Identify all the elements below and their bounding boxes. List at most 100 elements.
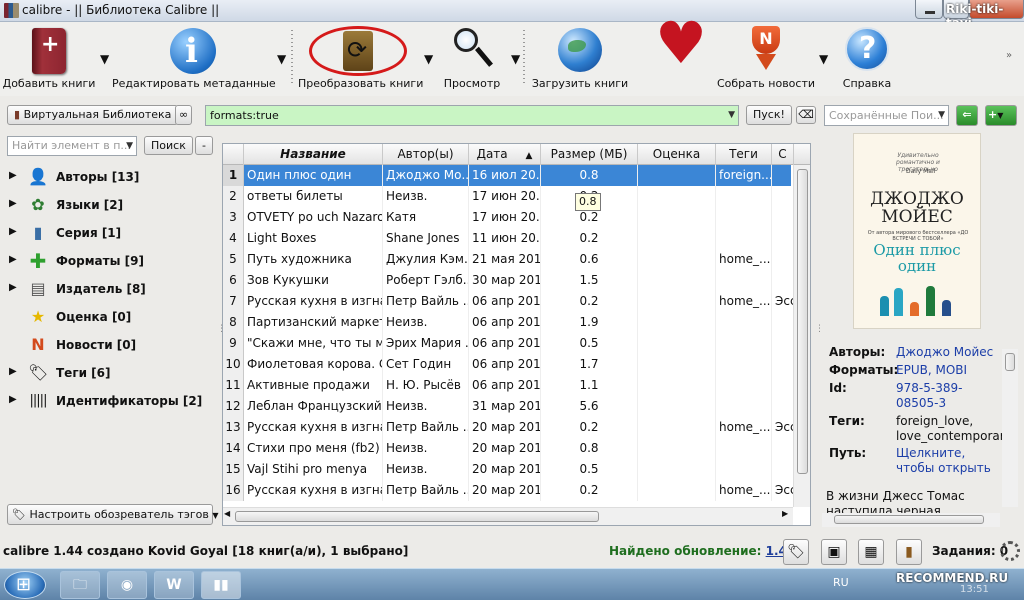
taskbar-chrome[interactable]: ◉ — [107, 571, 147, 599]
tag-category-authors[interactable]: ▶ 👤 Авторы [13] — [0, 165, 218, 191]
view-button[interactable]: Просмотр — [436, 22, 508, 96]
column-header-size[interactable]: Размер (МБ) — [541, 144, 638, 165]
saved-searches-select[interactable]: Сохранённые Пои... ▼ — [824, 105, 949, 126]
view-dropdown-arrow[interactable]: ▼ — [511, 52, 520, 66]
scroll-left-icon[interactable]: ◀ — [224, 509, 230, 518]
expand-arrow-icon[interactable]: ▶ — [9, 366, 17, 377]
configure-tag-browser-button[interactable]: 🏷 Настроить обозреватель тэгов ▼ — [7, 504, 219, 525]
detail-path-link[interactable]: Щелкните, чтобы открыть — [896, 446, 1004, 476]
start-button[interactable] — [4, 571, 46, 599]
cover-source: Daily Mail — [906, 168, 936, 175]
table-row[interactable]: 3 OTVETY po uch Nazaro... Катя 17 июн 20...… — [223, 207, 794, 228]
table-row[interactable]: 1 Один плюс один Джоджо Мо... 16 июл 20... 0… — [223, 165, 794, 186]
splitter-handle[interactable]: ⋮ — [815, 324, 824, 334]
table-row[interactable]: 4 Light Boxes Shane Jones 11 июн 20... 0.2 — [223, 228, 794, 249]
table-row[interactable]: 16Русская кухня в изгна...Петр Вайль ...… — [223, 480, 794, 501]
download-books-button[interactable]: Загрузить книги — [530, 22, 630, 96]
table-row[interactable]: 12Леблан Французский ...Неизв.31 мар 201… — [223, 396, 794, 417]
collapse-all-button[interactable]: - — [195, 136, 213, 155]
expand-arrow-icon[interactable]: ▶ — [9, 226, 17, 237]
fetch-news-button[interactable]: N Собрать новости — [716, 22, 816, 96]
save-search-button[interactable]: +▼ — [985, 105, 1017, 126]
tag-category-languages[interactable]: ▶ ✿ Языки [2] — [0, 193, 218, 219]
table-row[interactable]: 5Путь художникаДжулия Кэм...21 мая 20140… — [223, 249, 794, 270]
tray-clock[interactable]: 13:51 — [960, 584, 989, 595]
find-item-input[interactable]: Найти элемент в п... ▼ — [7, 136, 137, 156]
column-header-date-label: Дата — [476, 147, 508, 161]
tag-category-publisher[interactable]: ▶ ▤ Издатель [8] — [0, 277, 218, 303]
column-header-title[interactable]: Название — [244, 144, 383, 165]
detail-formats-link[interactable]: EPUB, MOBI — [896, 363, 1004, 378]
details-horizontal-scrollbar[interactable] — [822, 513, 1000, 527]
tag-category-news[interactable]: N Новости [0] — [0, 333, 218, 359]
edit-metadata-button[interactable]: Редактировать метаданные — [112, 22, 276, 96]
detail-authors-link[interactable]: Джоджо Мойес — [896, 345, 1004, 360]
expand-arrow-icon[interactable]: ▶ — [9, 198, 17, 209]
help-button[interactable]: Справка — [832, 22, 902, 96]
add-books-button[interactable]: Добавить книги — [0, 22, 98, 96]
virtual-library-button[interactable]: ▮ Виртуальная Библиотека — [7, 105, 179, 125]
download-books-label: Загрузить книги — [531, 77, 629, 90]
expand-arrow-icon[interactable]: ▶ — [9, 394, 17, 405]
fetch-news-dropdown-arrow[interactable]: ▼ — [819, 52, 828, 66]
tag-edit-button[interactable]: 🏷 — [783, 539, 809, 565]
detail-id-link[interactable]: 978-5-389-08505-3 — [896, 381, 1004, 411]
cell-date: 30 мар 2014 — [469, 270, 541, 291]
table-row[interactable]: 9 "Скажи мне, что ты м... Эрих Мария ... 06… — [223, 333, 794, 354]
barcode-icon: ||||| — [29, 393, 48, 408]
scroll-right-icon[interactable]: ▶ — [782, 509, 788, 518]
table-row[interactable]: 2ответы билетыНеизв.17 июн 20...0.2 — [223, 186, 794, 207]
expand-arrow-icon[interactable]: ▶ — [9, 282, 17, 293]
details-vertical-scrollbar[interactable] — [1002, 349, 1018, 507]
expand-arrow-icon[interactable]: ▶ — [9, 254, 17, 265]
taskbar-explorer[interactable]: 🗀 — [60, 571, 100, 599]
tag-category-tags[interactable]: ▶ 🏷 Теги [6] — [0, 361, 218, 387]
grid-view-button[interactable]: ▦ — [858, 539, 884, 565]
table-row[interactable]: 8 Партизанский маркет... Неизв. 06 апр 2013… — [223, 312, 794, 333]
tag-category-series[interactable]: ▶ ▮ Серия [1] — [0, 221, 218, 247]
convert-books-dropdown-arrow[interactable]: ▼ — [424, 52, 433, 66]
column-header-date[interactable]: Дата ▲ — [469, 144, 541, 165]
clear-search-button[interactable]: ⌫ — [796, 106, 816, 124]
table-row[interactable]: 13Русская кухня в изгна...Петр Вайль ...… — [223, 417, 794, 438]
book-details-button[interactable]: ▮ — [896, 539, 922, 565]
toolbar-overflow-icon[interactable]: » — [1006, 50, 1012, 61]
convert-books-button[interactable]: Преобразовать книги — [298, 22, 423, 96]
table-row[interactable]: 14Стихи про меня (fb2) |...Неизв.20 мар … — [223, 438, 794, 459]
column-header-authors[interactable]: Автор(ы) — [383, 144, 469, 165]
table-row[interactable]: 15Vajl Stihi pro menyaНеизв.20 мар 20130… — [223, 459, 794, 480]
find-button[interactable]: Поиск — [144, 136, 193, 155]
tag-category-identifiers[interactable]: ▶ ||||| Идентификаторы [2] — [0, 389, 218, 415]
donate-button[interactable] — [640, 14, 720, 96]
taskbar-calibre[interactable]: ▮▮ — [201, 571, 241, 599]
tag-category-rating[interactable]: ★ Оценка [0] — [0, 305, 218, 331]
jobs-counter[interactable]: Задания: 0 — [932, 544, 1008, 558]
table-row[interactable]: 10Фиолетовая корова. С...Сет Годин06 апр… — [223, 354, 794, 375]
add-books-dropdown-arrow[interactable]: ▼ — [100, 52, 109, 66]
minimize-button[interactable] — [915, 0, 943, 19]
language-indicator[interactable]: RU — [833, 576, 849, 589]
splitter-handle[interactable]: ⋮ — [217, 324, 226, 334]
cover-flow-button[interactable]: ▣ — [821, 539, 847, 565]
table-vertical-scrollbar[interactable] — [793, 165, 810, 507]
search-input[interactable]: formats:true ▼ — [205, 105, 739, 126]
table-horizontal-scrollbar[interactable]: ◀ ▶ — [223, 507, 793, 525]
taskbar-word[interactable]: W — [154, 571, 194, 599]
table-row[interactable]: 7Русская кухня в изгна...Петр Вайль ...0… — [223, 291, 794, 312]
detail-tags-value[interactable]: foreign_love, love_contemporary — [896, 414, 1012, 444]
table-row[interactable]: 6Зов КукушкиРоберт Гэлб...30 мар 20141.5 — [223, 270, 794, 291]
go-button[interactable]: Пуск! — [746, 105, 792, 125]
star-icon: ★ — [30, 307, 46, 326]
search-history-dropdown-icon[interactable]: ▼ — [728, 106, 735, 125]
expand-arrow-icon[interactable]: ▶ — [9, 170, 17, 181]
copy-search-button[interactable]: ⇐ — [956, 105, 978, 126]
column-header-series[interactable]: С — [772, 144, 794, 165]
book-cover[interactable]: Удивительно романтично и трогательно Dai… — [853, 133, 981, 329]
column-header-rating[interactable]: Оценка — [638, 144, 716, 165]
table-row[interactable]: 11 Активные продажи Н. Ю. Рысёв 06 апр 2013… — [223, 375, 794, 396]
column-header-tags[interactable]: Теги — [716, 144, 772, 165]
binoculars-button[interactable]: ∞ — [175, 105, 193, 125]
tag-category-formats[interactable]: ▶ ✚ Форматы [9] — [0, 249, 218, 275]
edit-metadata-dropdown-arrow[interactable]: ▼ — [277, 52, 286, 66]
tag-label: Форматы [9] — [56, 254, 144, 268]
